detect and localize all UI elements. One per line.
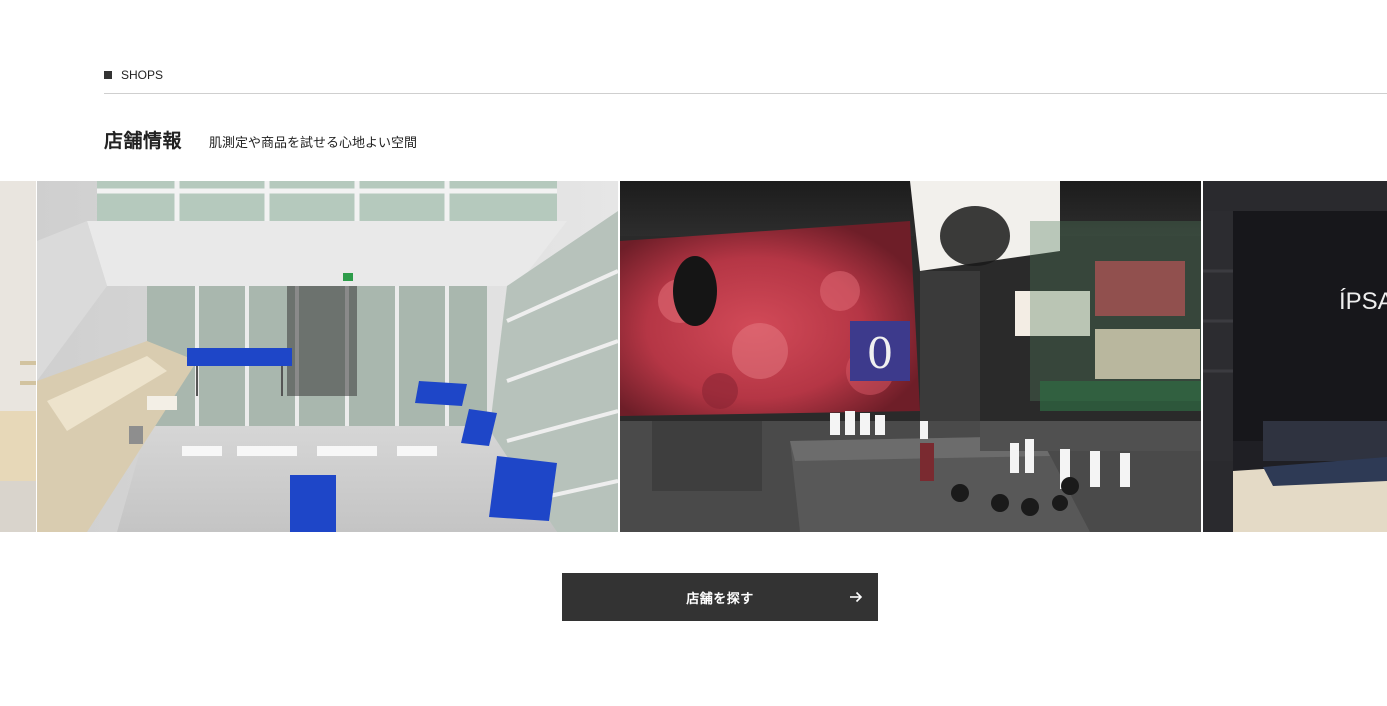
arrow-right-icon bbox=[850, 591, 863, 603]
shop-photo-flower-wall[interactable]: 0 bbox=[620, 181, 1201, 532]
shops-section: SHOPS 店舗情報 肌測定や商品を試せる心地よい空間 0 ÍPSA 店舗を探す bbox=[0, 0, 1387, 706]
section-title: 店舗情報 bbox=[104, 130, 183, 152]
shop-photo-ipsa-counter[interactable]: ÍPSA bbox=[1203, 181, 1387, 532]
find-store-button-label: 店舗を探す bbox=[686, 592, 754, 607]
shop-photo-partial-left-image bbox=[0, 181, 36, 532]
ipsa-logo-text: ÍPSA bbox=[1339, 288, 1387, 315]
section-subtitle: 肌測定や商品を試せる心地よい空間 bbox=[209, 136, 418, 151]
find-store-button[interactable]: 店舗を探す bbox=[562, 573, 878, 621]
square-bullet-icon bbox=[104, 71, 112, 79]
section-label: SHOPS bbox=[104, 68, 163, 82]
shop-carousel[interactable]: 0 ÍPSA bbox=[0, 181, 1387, 532]
panel-o-text: 0 bbox=[867, 329, 894, 378]
shop-photo-partial-left[interactable] bbox=[0, 181, 36, 532]
heading-row: 店舗情報 肌測定や商品を試せる心地よい空間 bbox=[104, 126, 417, 153]
shop-photo-atrium-image bbox=[37, 181, 618, 532]
section-label-text: SHOPS bbox=[121, 68, 164, 82]
shop-photo-flower-wall-image: 0 bbox=[620, 181, 1201, 532]
shop-photo-ipsa-counter-image: ÍPSA bbox=[1203, 181, 1387, 532]
shop-photo-atrium[interactable] bbox=[37, 181, 618, 532]
section-divider bbox=[104, 93, 1387, 94]
